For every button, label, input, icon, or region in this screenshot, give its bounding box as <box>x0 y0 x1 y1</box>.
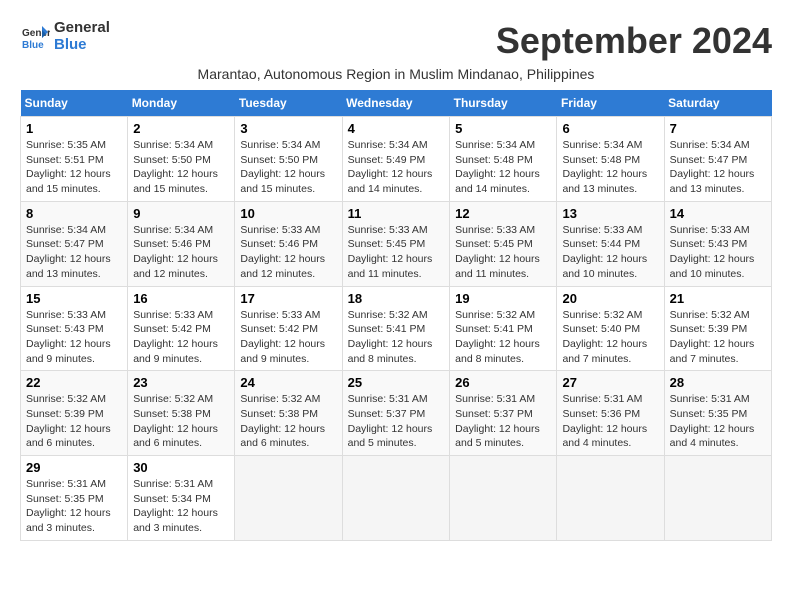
table-row: 6Sunrise: 5:34 AMSunset: 5:48 PMDaylight… <box>557 117 664 202</box>
table-row: 28Sunrise: 5:31 AMSunset: 5:35 PMDayligh… <box>664 371 771 456</box>
logo: General Blue General Blue <box>20 20 110 53</box>
table-row: 10Sunrise: 5:33 AMSunset: 5:46 PMDayligh… <box>235 201 342 286</box>
logo-text: General Blue <box>54 20 110 53</box>
calendar-week-3: 15Sunrise: 5:33 AMSunset: 5:43 PMDayligh… <box>21 286 772 371</box>
table-row: 11Sunrise: 5:33 AMSunset: 5:45 PMDayligh… <box>342 201 450 286</box>
table-row: 23Sunrise: 5:32 AMSunset: 5:38 PMDayligh… <box>128 371 235 456</box>
table-row: 17Sunrise: 5:33 AMSunset: 5:42 PMDayligh… <box>235 286 342 371</box>
table-row: 24Sunrise: 5:32 AMSunset: 5:38 PMDayligh… <box>235 371 342 456</box>
table-row: 19Sunrise: 5:32 AMSunset: 5:41 PMDayligh… <box>450 286 557 371</box>
table-row <box>342 456 450 541</box>
table-row <box>557 456 664 541</box>
calendar-week-1: 1Sunrise: 5:35 AMSunset: 5:51 PMDaylight… <box>21 117 772 202</box>
logo-general-text: General <box>54 20 110 37</box>
table-row: 29Sunrise: 5:31 AMSunset: 5:35 PMDayligh… <box>21 456 128 541</box>
table-row <box>450 456 557 541</box>
table-row: 13Sunrise: 5:33 AMSunset: 5:44 PMDayligh… <box>557 201 664 286</box>
table-row: 5Sunrise: 5:34 AMSunset: 5:48 PMDaylight… <box>450 117 557 202</box>
table-row: 22Sunrise: 5:32 AMSunset: 5:39 PMDayligh… <box>21 371 128 456</box>
calendar-week-5: 29Sunrise: 5:31 AMSunset: 5:35 PMDayligh… <box>21 456 772 541</box>
table-row: 21Sunrise: 5:32 AMSunset: 5:39 PMDayligh… <box>664 286 771 371</box>
table-row: 15Sunrise: 5:33 AMSunset: 5:43 PMDayligh… <box>21 286 128 371</box>
month-title: September 2024 <box>496 20 772 62</box>
table-row: 9Sunrise: 5:34 AMSunset: 5:46 PMDaylight… <box>128 201 235 286</box>
table-row <box>664 456 771 541</box>
table-row: 16Sunrise: 5:33 AMSunset: 5:42 PMDayligh… <box>128 286 235 371</box>
table-row: 3Sunrise: 5:34 AMSunset: 5:50 PMDaylight… <box>235 117 342 202</box>
col-monday: Monday <box>128 90 235 117</box>
table-row: 2Sunrise: 5:34 AMSunset: 5:50 PMDaylight… <box>128 117 235 202</box>
col-wednesday: Wednesday <box>342 90 450 117</box>
table-row: 8Sunrise: 5:34 AMSunset: 5:47 PMDaylight… <box>21 201 128 286</box>
col-saturday: Saturday <box>664 90 771 117</box>
table-row: 12Sunrise: 5:33 AMSunset: 5:45 PMDayligh… <box>450 201 557 286</box>
calendar-week-4: 22Sunrise: 5:32 AMSunset: 5:39 PMDayligh… <box>21 371 772 456</box>
calendar-header-row: Sunday Monday Tuesday Wednesday Thursday… <box>21 90 772 117</box>
table-row: 4Sunrise: 5:34 AMSunset: 5:49 PMDaylight… <box>342 117 450 202</box>
table-row: 25Sunrise: 5:31 AMSunset: 5:37 PMDayligh… <box>342 371 450 456</box>
table-row: 1Sunrise: 5:35 AMSunset: 5:51 PMDaylight… <box>21 117 128 202</box>
location-title: Marantao, Autonomous Region in Muslim Mi… <box>20 66 772 82</box>
col-sunday: Sunday <box>21 90 128 117</box>
col-tuesday: Tuesday <box>235 90 342 117</box>
table-row: 14Sunrise: 5:33 AMSunset: 5:43 PMDayligh… <box>664 201 771 286</box>
table-row: 7Sunrise: 5:34 AMSunset: 5:47 PMDaylight… <box>664 117 771 202</box>
table-row: 20Sunrise: 5:32 AMSunset: 5:40 PMDayligh… <box>557 286 664 371</box>
col-thursday: Thursday <box>450 90 557 117</box>
table-row: 30Sunrise: 5:31 AMSunset: 5:34 PMDayligh… <box>128 456 235 541</box>
svg-text:Blue: Blue <box>22 40 44 51</box>
table-row: 18Sunrise: 5:32 AMSunset: 5:41 PMDayligh… <box>342 286 450 371</box>
logo-icon: General Blue <box>20 22 50 52</box>
logo-blue-text: Blue <box>54 37 110 54</box>
table-row <box>235 456 342 541</box>
calendar-week-2: 8Sunrise: 5:34 AMSunset: 5:47 PMDaylight… <box>21 201 772 286</box>
table-row: 26Sunrise: 5:31 AMSunset: 5:37 PMDayligh… <box>450 371 557 456</box>
calendar-table: Sunday Monday Tuesday Wednesday Thursday… <box>20 90 772 541</box>
col-friday: Friday <box>557 90 664 117</box>
table-row: 27Sunrise: 5:31 AMSunset: 5:36 PMDayligh… <box>557 371 664 456</box>
